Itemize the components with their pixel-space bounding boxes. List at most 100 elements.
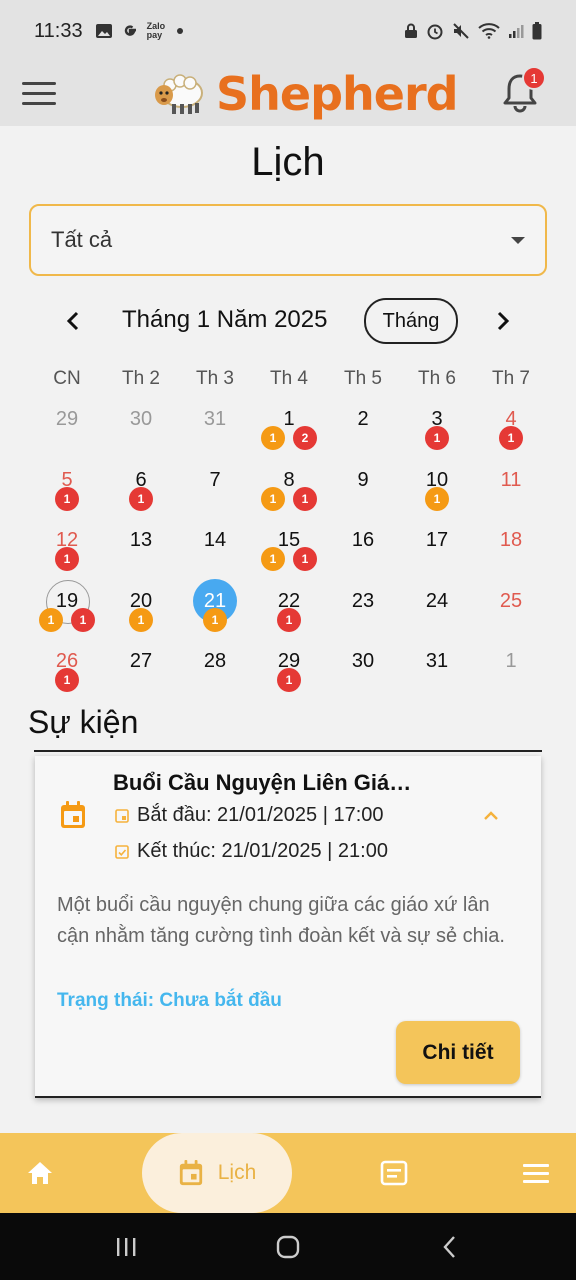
- chevron-left-icon: [66, 311, 79, 331]
- calendar-start-icon: [115, 809, 129, 823]
- previous-month-button[interactable]: [56, 304, 90, 338]
- event-markers: 1: [400, 426, 474, 450]
- calendar-day[interactable]: 41: [474, 398, 548, 459]
- event-markers: 1: [178, 607, 252, 632]
- status-bar: 11:33 Zalo pay: [0, 0, 576, 62]
- calendar-day[interactable]: 9: [326, 459, 400, 520]
- calendar-day[interactable]: 20 1: [104, 580, 178, 641]
- calendar-day[interactable]: 14: [178, 519, 252, 580]
- event-count-marker: 1: [129, 486, 153, 511]
- calendar-day[interactable]: 15 1 1: [252, 519, 326, 580]
- menu-icon: [523, 1164, 549, 1183]
- calendar-day[interactable]: 13: [104, 519, 178, 580]
- calendar-day[interactable]: 112: [252, 398, 326, 459]
- calendar-day[interactable]: 31: [400, 398, 474, 459]
- calendar-day[interactable]: 61: [104, 459, 178, 520]
- day-number: 23: [351, 589, 375, 612]
- detail-button[interactable]: Chi tiết: [396, 1021, 520, 1084]
- calendar-day[interactable]: 27: [104, 640, 178, 701]
- calendar-day[interactable]: 30: [104, 398, 178, 459]
- notification-button[interactable]: 1: [500, 66, 546, 114]
- back-button[interactable]: [430, 1213, 470, 1280]
- filter-value: Tất cả: [51, 227, 113, 252]
- day-number: 27: [129, 650, 153, 672]
- nav-menu[interactable]: [510, 1133, 562, 1213]
- calendar-day[interactable]: 51: [30, 459, 104, 520]
- event-description: Một buổi cầu nguyện chung giữa các giáo …: [57, 894, 505, 947]
- calendar-day[interactable]: 31: [178, 398, 252, 459]
- calendar-day[interactable]: 17: [400, 519, 474, 580]
- calendar-day[interactable]: 30: [326, 640, 400, 701]
- day-number: 16: [351, 529, 375, 551]
- calendar-day[interactable]: 811: [252, 459, 326, 520]
- image-icon: [95, 24, 112, 38]
- chevron-up-icon: [484, 811, 498, 820]
- home-button[interactable]: [268, 1213, 308, 1280]
- calendar-day[interactable]: 7: [178, 459, 252, 520]
- event-count-marker: 1: [55, 547, 79, 571]
- status-left-icons: Zalo pay: [95, 22, 183, 40]
- calendar-grid: 29 30 31 1 1 2 2 3 1 4 1 5 1 6 1 7 8 1 1 9 10 1 11 12 1 13 14 15 1 1 1…: [30, 398, 548, 701]
- event-count-marker: 1: [277, 607, 301, 632]
- event-end-text: Kết thúc: 21/01/2025 | 21:00: [137, 840, 388, 862]
- calendar-day[interactable]: 11: [474, 459, 548, 520]
- collapse-button[interactable]: [477, 802, 505, 830]
- event-count-marker: 1: [55, 668, 79, 692]
- event-markers: 12: [252, 426, 326, 450]
- chevron-right-icon: [497, 311, 510, 331]
- nav-calendar-label: Lịch: [217, 1161, 257, 1184]
- event-count-marker: 1: [261, 426, 285, 450]
- calendar-day[interactable]: 24: [400, 580, 474, 641]
- calendar-day[interactable]: 28: [178, 640, 252, 701]
- next-month-button[interactable]: [486, 304, 520, 338]
- calendar-day[interactable]: 31: [400, 640, 474, 701]
- view-mode-toggle[interactable]: Tháng: [364, 298, 458, 344]
- calendar-day[interactable]: 16: [326, 519, 400, 580]
- event-count-marker: 1: [71, 607, 95, 632]
- calendar-day[interactable]: 23: [326, 580, 400, 641]
- day-number: 7: [209, 468, 221, 491]
- nav-list[interactable]: [368, 1133, 420, 1213]
- calendar-day[interactable]: 18: [474, 519, 548, 580]
- calendar-day[interactable]: 1: [474, 640, 548, 701]
- calendar-day[interactable]: 29: [30, 398, 104, 459]
- signal-icon: [509, 25, 524, 38]
- alarm-icon: [427, 24, 443, 40]
- drawer-menu-button[interactable]: [22, 76, 56, 110]
- calendar-day[interactable]: 21 1: [178, 579, 252, 641]
- weekday-label: Th 5: [343, 368, 383, 389]
- calendar-day[interactable]: 2: [326, 398, 400, 459]
- event-count-marker: 1: [425, 486, 449, 511]
- event-markers: 1: [30, 547, 104, 571]
- event-count-marker: 1: [203, 607, 227, 632]
- day-number: 25: [499, 589, 523, 612]
- calendar-day[interactable]: 19 1 1: [30, 580, 104, 641]
- list-icon: [380, 1160, 408, 1186]
- recent-apps-button[interactable]: [106, 1213, 146, 1280]
- nav-home[interactable]: [14, 1133, 66, 1213]
- calendar-day[interactable]: 12 1: [30, 519, 104, 580]
- day-number: 2: [357, 408, 369, 430]
- calendar-day[interactable]: 29 1: [252, 640, 326, 701]
- weekday-label: Th 2: [121, 368, 161, 389]
- nav-calendar[interactable]: Lịch: [142, 1133, 292, 1213]
- caret-down-icon: [511, 236, 525, 244]
- app-bar: Shepherd 1: [0, 62, 576, 126]
- hamburger-icon-line: [22, 101, 56, 105]
- event-calendar-icon: [61, 801, 85, 828]
- day-number: 14: [203, 529, 227, 551]
- event-card[interactable]: Buổi Cầu Nguyện Liên Giá… Bắt đầu: 21/01…: [35, 756, 541, 1098]
- lock-icon: [405, 23, 417, 38]
- zalopay-icon: Zalo pay: [146, 21, 166, 40]
- weekday-row: CN Th 2 Th 3 Th 4 Th 5 Th 6 Th 7: [30, 368, 548, 390]
- event-markers: 1: [400, 486, 474, 511]
- day-number: 30: [129, 408, 153, 430]
- weekday-label: CN: [53, 368, 81, 389]
- calendar-day[interactable]: 26 1: [30, 640, 104, 701]
- filter-dropdown[interactable]: Tất cả: [29, 204, 547, 276]
- event-count-marker: 1: [277, 668, 301, 692]
- calendar-day[interactable]: 25: [474, 580, 548, 641]
- calendar-day[interactable]: 22 1: [252, 580, 326, 641]
- calendar-day[interactable]: 10 1: [400, 459, 474, 520]
- calendar-header: Tháng 1 Năm 2025 Tháng: [0, 298, 576, 344]
